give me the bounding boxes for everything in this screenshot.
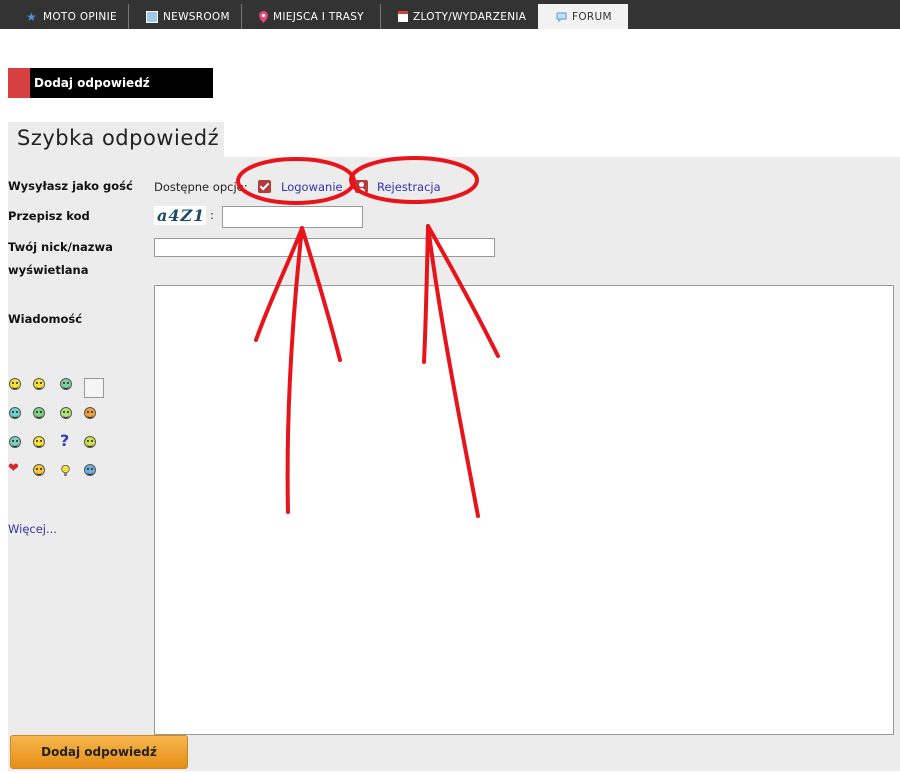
quick-reply-header: Szybka odpowiedź (8, 122, 224, 158)
tab-label: FORUM (572, 10, 612, 23)
top-navigation: ★ MOTO OPINIE NEWSROOM MIEJSCA I TRASY Z… (0, 0, 900, 29)
speech-bubble-icon (556, 12, 567, 22)
lightbulb-icon[interactable] (61, 462, 70, 476)
captcha-image: a4Z1 (154, 206, 206, 225)
nick-input[interactable] (154, 238, 495, 257)
dizzy-icon[interactable] (84, 436, 96, 448)
tab-label: ZLOTY/WYDARZENIA (413, 10, 527, 23)
tongue-icon[interactable] (33, 464, 45, 476)
register-link[interactable]: Rejestracja (377, 180, 441, 194)
question-icon[interactable]: ? (60, 431, 69, 450)
tab-forum[interactable]: FORUM (538, 4, 628, 29)
newspaper-icon (146, 10, 158, 23)
sleepy-icon[interactable] (84, 464, 96, 476)
captcha-text: a4Z1 (157, 206, 206, 225)
laugh-icon[interactable] (60, 407, 72, 419)
map-pin-icon (259, 10, 268, 23)
tab-label: MIEJSCA I TRASY (273, 10, 364, 23)
tab-divider (241, 4, 242, 29)
image-icon[interactable] (84, 378, 104, 398)
teeth-icon[interactable] (60, 378, 72, 390)
message-label: Wiadomość (8, 312, 83, 326)
add-reply-bar[interactable]: Dodaj odpowiedź (8, 68, 213, 98)
quick-reply-title: Szybka odpowiedź (17, 126, 220, 150)
angry-icon[interactable] (84, 407, 96, 419)
accent-block (8, 68, 30, 98)
grin-icon[interactable] (33, 378, 45, 390)
add-reply-bar-label: Dodaj odpowiedź (34, 76, 150, 90)
code-label: Przepisz kod (8, 209, 90, 223)
tab-miejsca-i-trasy[interactable]: MIEJSCA I TRASY (243, 4, 379, 29)
cool-icon[interactable] (9, 407, 21, 419)
heart-icon[interactable]: ❤ (8, 461, 19, 476)
nick-label-line1: Twój nick/nazwa (8, 240, 113, 254)
happy-icon[interactable] (33, 436, 45, 448)
nick-label-line2: wyświetlana (8, 263, 89, 277)
tab-moto-opinie[interactable]: ★ MOTO OPINIE (12, 4, 126, 29)
message-textarea[interactable] (154, 285, 894, 735)
tab-divider (128, 4, 129, 29)
captcha-colon: : (210, 208, 214, 222)
options-text: Dostępne opcje: (154, 180, 248, 194)
login-link[interactable]: Logowanie (281, 180, 343, 194)
tab-label: NEWSROOM (163, 10, 230, 23)
submit-reply-button[interactable]: Dodaj odpowiedź (10, 735, 188, 769)
tab-label: MOTO OPINIE (43, 10, 117, 23)
tab-divider (380, 4, 381, 29)
login-checkbox-icon (258, 180, 271, 193)
calendar-icon (398, 11, 408, 22)
wink-icon[interactable] (9, 436, 21, 448)
tab-zloty-wydarzenia[interactable]: ZLOTY/WYDARZENIA (382, 4, 534, 29)
tab-newsroom[interactable]: NEWSROOM (130, 4, 240, 29)
captcha-input[interactable] (222, 206, 363, 228)
smile-icon[interactable] (9, 378, 21, 390)
user-icon (355, 180, 368, 193)
guest-label: Wysyłasz jako gość (8, 179, 133, 193)
star-icon: ★ (26, 9, 38, 24)
more-emoticons-link[interactable]: Więcej... (8, 522, 57, 536)
sick-icon[interactable] (33, 407, 45, 419)
